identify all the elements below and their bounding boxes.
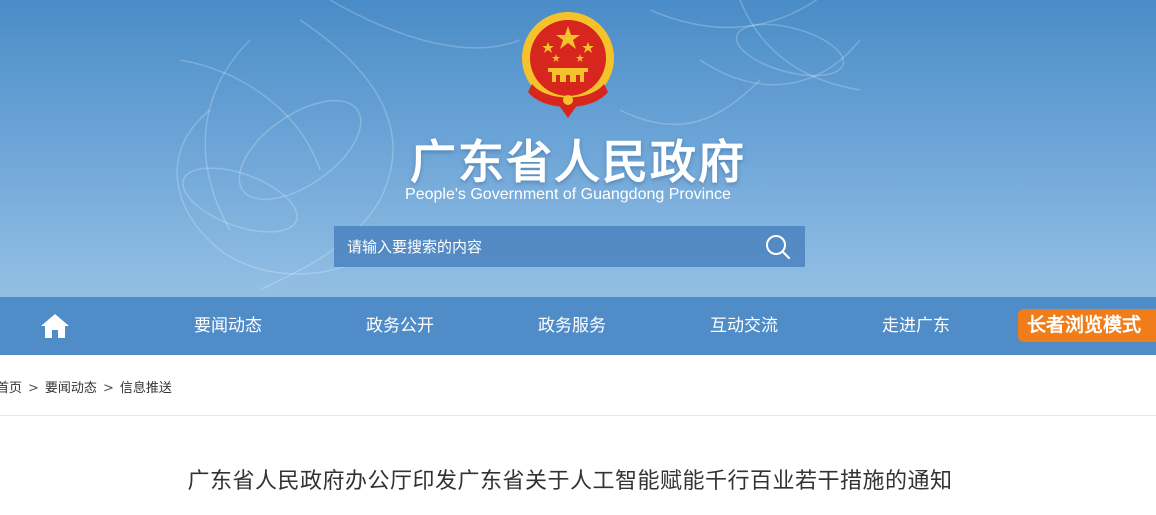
search-input[interactable]: [334, 226, 754, 267]
breadcrumb: 首页 > 要闻动态 > 信息推送: [0, 377, 172, 396]
article-title: 广东省人民政府办公厅印发广东省关于人工智能赋能千行百业若干措施的通知: [187, 469, 953, 494]
site-subtitle: People's Government of Guangdong Provinc…: [405, 186, 731, 203]
national-emblem-icon: [522, 12, 614, 118]
nav-item-about-guangdong[interactable]: 走进广东: [856, 297, 976, 355]
elder-mode-button[interactable]: 长者浏览模式: [1018, 309, 1156, 342]
nav-item-gov-services[interactable]: 政务服务: [512, 297, 632, 355]
main-nav: 要闻动态 政务公开 政务服务 互动交流 走进广东 长者浏览模式: [0, 297, 1156, 355]
site-title: 广东省人民政府: [410, 135, 746, 189]
breadcrumb-home[interactable]: 首页: [0, 381, 22, 396]
nav-item-interaction[interactable]: 互动交流: [684, 297, 804, 355]
breadcrumb-separator: >: [102, 381, 114, 396]
breadcrumb-separator: >: [28, 381, 39, 396]
divider: [0, 415, 1156, 416]
nav-item-news[interactable]: 要闻动态: [168, 297, 288, 355]
breadcrumb-news[interactable]: 要闻动态: [45, 381, 97, 396]
search-box: [334, 226, 805, 267]
nav-item-gov-affairs-public[interactable]: 政务公开: [340, 297, 460, 355]
home-icon[interactable]: [40, 313, 70, 339]
header-banner: 广东省人民政府 People's Government of Guangdong…: [0, 0, 1156, 297]
search-icon[interactable]: [758, 230, 798, 264]
breadcrumb-info-push[interactable]: 信息推送: [120, 381, 172, 396]
